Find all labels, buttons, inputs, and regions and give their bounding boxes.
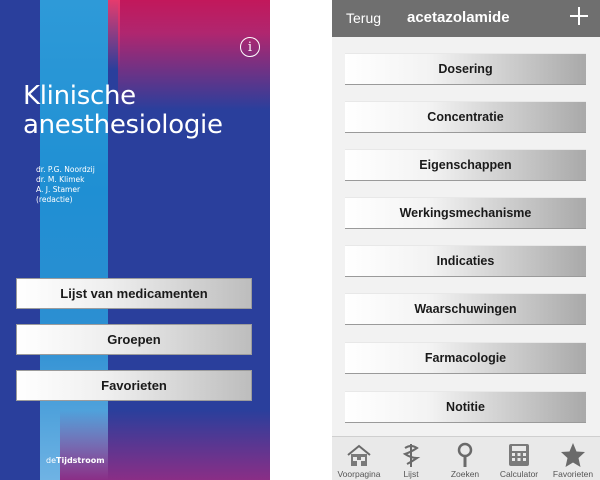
- section-button-dosering[interactable]: Dosering: [345, 53, 586, 85]
- info-icon[interactable]: i: [240, 37, 260, 57]
- home-icon: [346, 441, 372, 469]
- author-3: A. J. Stamer: [36, 185, 81, 194]
- caduceus-icon: [398, 441, 424, 469]
- publisher-name: Tijdstroom: [56, 456, 105, 465]
- tab-voorpagina[interactable]: Voorpagina: [332, 437, 386, 480]
- tab-label: Zoeken: [450, 469, 480, 479]
- drug-detail-screen: Terug acetazolamide Dosering Concentrati…: [332, 0, 600, 480]
- section-button-werkingsmechanisme[interactable]: Werkingsmechanisme: [345, 197, 586, 229]
- tab-calculator[interactable]: Calculator: [492, 437, 546, 480]
- section-button-farmacologie[interactable]: Farmacologie: [345, 342, 586, 374]
- tab-lijst[interactable]: Lijst: [384, 437, 438, 480]
- tab-label: Favorieten: [552, 469, 594, 479]
- authors: dr. P.G. Noordzij dr. M. Klimek A. J. St…: [36, 165, 95, 205]
- section-button-indicaties[interactable]: Indicaties: [345, 245, 586, 277]
- section-button-notitie[interactable]: Notitie: [345, 391, 586, 423]
- favorites-button[interactable]: Favorieten: [16, 370, 252, 401]
- tab-favorieten[interactable]: Favorieten: [546, 437, 600, 480]
- tab-zoeken[interactable]: Zoeken: [438, 437, 492, 480]
- author-2: dr. M. Klimek: [36, 175, 85, 184]
- groups-button[interactable]: Groepen: [16, 324, 252, 355]
- tab-bar: Voorpagina Lijst Zoeken Calculator Favor…: [332, 436, 600, 480]
- author-1: dr. P.G. Noordzij: [36, 165, 95, 174]
- calculator-icon: [506, 441, 532, 469]
- magnifier-icon: [452, 441, 478, 469]
- book-title-line2: anesthesiologie: [23, 110, 223, 140]
- author-editor-note: (redactie): [36, 195, 73, 204]
- tab-label: Lijst: [403, 469, 419, 479]
- cover-stripe-accent: [108, 0, 120, 70]
- add-favorite-plus-icon[interactable]: [570, 7, 588, 25]
- medication-list-button[interactable]: Lijst van medicamenten: [16, 278, 252, 309]
- home-screen: i Klinische anesthesiologie dr. P.G. Noo…: [0, 0, 270, 480]
- back-button[interactable]: Terug: [346, 0, 381, 37]
- book-title: Klinische anesthesiologie: [23, 82, 268, 140]
- section-button-eigenschappen[interactable]: Eigenschappen: [345, 149, 586, 181]
- page-title: acetazolamide: [407, 9, 510, 26]
- section-button-concentratie[interactable]: Concentratie: [345, 101, 586, 133]
- tab-label: Voorpagina: [337, 469, 381, 479]
- publisher-logo: deTijdstroom: [46, 456, 105, 465]
- section-button-waarschuwingen[interactable]: Waarschuwingen: [345, 293, 586, 325]
- book-title-line1: Klinische: [23, 81, 136, 111]
- cover-bottom-glow: [60, 410, 270, 480]
- cover-stripe-light: [40, 0, 108, 480]
- navigation-bar: Terug acetazolamide: [332, 0, 600, 37]
- tab-label: Calculator: [499, 469, 539, 479]
- star-icon: [560, 441, 586, 469]
- publisher-prefix: de: [46, 456, 56, 465]
